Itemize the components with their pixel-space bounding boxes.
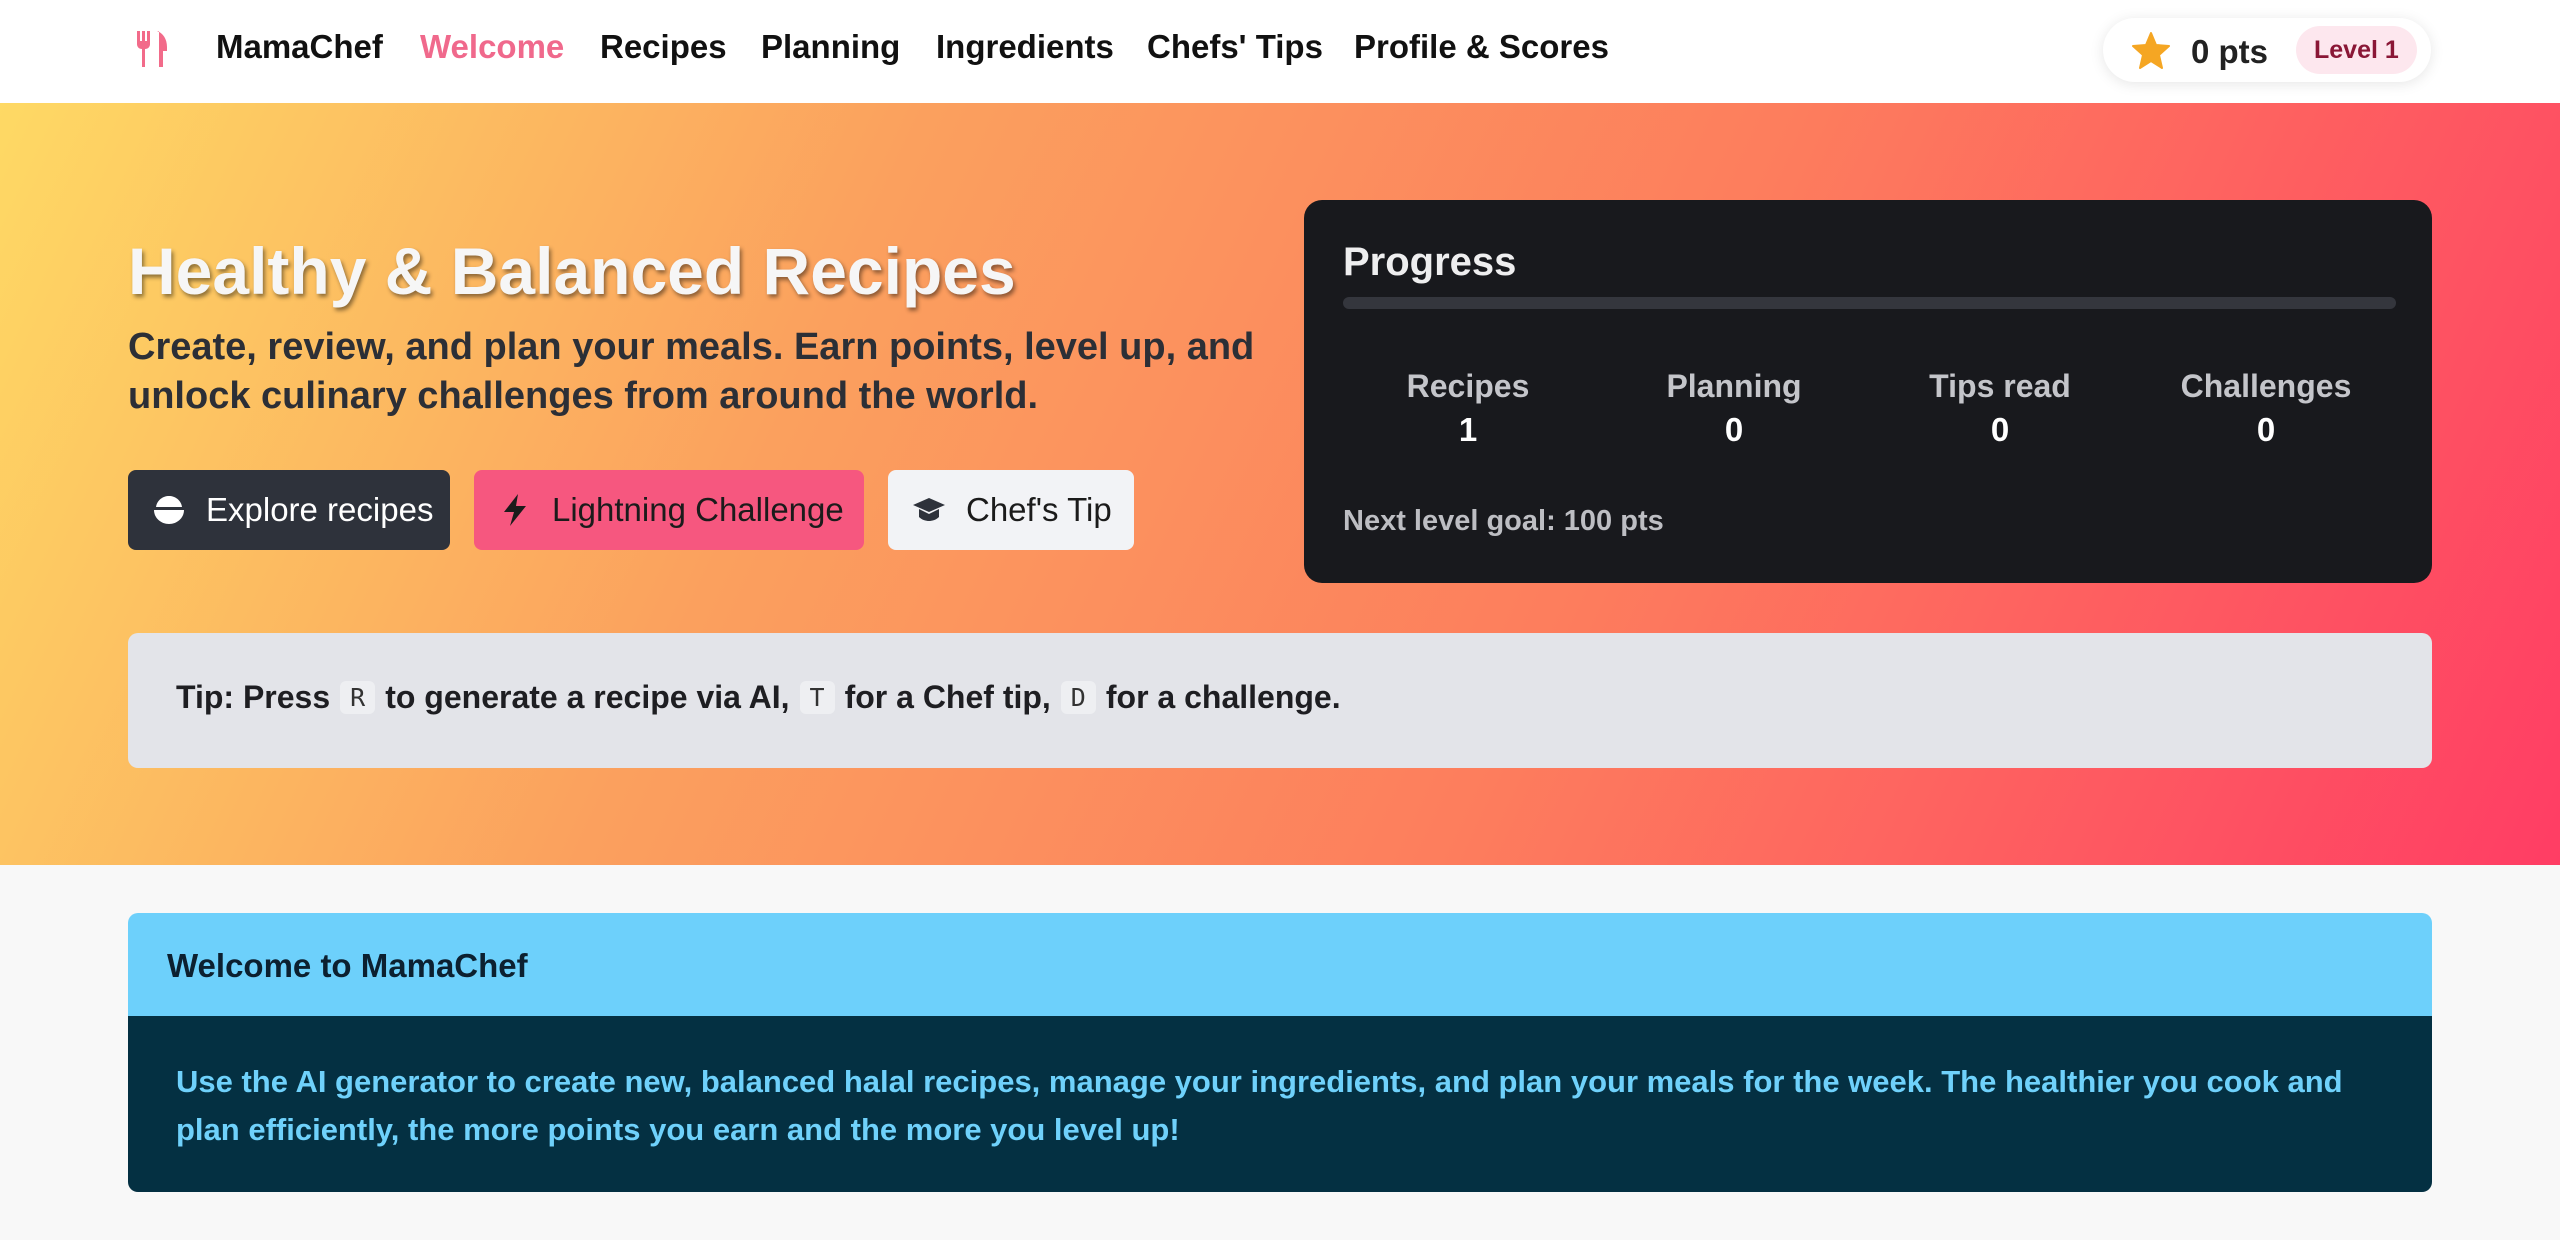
stat-label: Planning xyxy=(1666,368,1802,404)
stat-value: 0 xyxy=(1990,411,2010,448)
nav-link-planning[interactable]: Planning xyxy=(761,28,900,66)
bolt-icon xyxy=(504,494,526,526)
points-value: 0 pts xyxy=(2191,33,2269,70)
stat-challenges: Challenges 0 xyxy=(2166,368,2366,449)
progress-title: Progress xyxy=(1343,240,1517,284)
progress-bar xyxy=(1343,297,2396,309)
utensils-icon[interactable] xyxy=(135,31,169,67)
key-t: T xyxy=(799,681,835,714)
chefs-tip-button[interactable]: Chef's Tip xyxy=(888,470,1134,550)
nav-link-chefs-tips[interactable]: Chefs' Tips xyxy=(1147,28,1323,66)
nav-link-profile-scores[interactable]: Profile & Scores xyxy=(1354,28,1609,66)
level-badge: Level 1 xyxy=(2296,26,2417,74)
nav-link-recipes[interactable]: Recipes xyxy=(600,28,727,66)
next-level-goal: Next level goal: 100 pts xyxy=(1343,505,1664,537)
stat-label: Recipes xyxy=(1406,368,1530,404)
welcome-title: Welcome to MamaChef xyxy=(167,947,528,984)
lightning-challenge-label: Lightning Challenge xyxy=(552,491,844,528)
score-pill[interactable]: 0 pts Level 1 xyxy=(2103,18,2431,82)
star-icon xyxy=(2132,32,2170,69)
keyboard-tip: Tip: Press R to generate a recipe via AI… xyxy=(128,633,2432,768)
nav-link-welcome[interactable]: Welcome xyxy=(420,28,564,66)
stat-tips-read: Tips read 0 xyxy=(1900,368,2100,449)
stat-planning: Planning 0 xyxy=(1634,368,1834,449)
hero-section: Healthy & Balanced Recipes Create, revie… xyxy=(0,103,2560,865)
stat-label: Tips read xyxy=(1929,368,2071,404)
lightning-challenge-button[interactable]: Lightning Challenge xyxy=(474,470,864,550)
stat-value: 1 xyxy=(1458,411,1478,448)
explore-recipes-label: Explore recipes xyxy=(206,491,434,528)
welcome-panel-header: Welcome to MamaChef xyxy=(128,913,2432,1016)
chefs-tip-label: Chef's Tip xyxy=(966,491,1112,528)
brand-name[interactable]: MamaChef xyxy=(216,28,383,66)
explore-recipes-button[interactable]: Explore recipes xyxy=(128,470,450,550)
stat-value: 0 xyxy=(1724,411,1744,448)
welcome-panel-body: Use the AI generator to create new, bala… xyxy=(128,1016,2432,1192)
tip-text: Tip: Press R to generate a recipe via AI… xyxy=(176,679,1341,716)
hero-title: Healthy & Balanced Recipes xyxy=(128,234,1016,308)
tip-mid-1: to generate a recipe via AI, xyxy=(385,679,790,715)
progress-card: Progress Recipes 1 Planning 0 Tips read … xyxy=(1304,200,2432,583)
hero-subtitle: Create, review, and plan your meals. Ear… xyxy=(128,326,1255,417)
nav-link-ingredients[interactable]: Ingredients xyxy=(936,28,1114,66)
welcome-text: Use the AI generator to create new, bala… xyxy=(176,1064,2343,1147)
tip-suffix: for a challenge. xyxy=(1105,679,1341,715)
key-d: D xyxy=(1060,681,1096,714)
top-nav: MamaChef Welcome Recipes Planning Ingred… xyxy=(0,0,2560,103)
key-r: R xyxy=(340,681,376,714)
tip-prefix: Tip: Press xyxy=(176,679,331,715)
bowl-icon xyxy=(154,496,184,524)
stat-value: 0 xyxy=(2256,411,2276,448)
stat-label: Challenges xyxy=(2180,368,2352,404)
tip-mid-2: for a Chef tip, xyxy=(844,679,1051,715)
graduation-cap-icon xyxy=(913,498,945,521)
stat-recipes: Recipes 1 xyxy=(1368,368,1568,449)
